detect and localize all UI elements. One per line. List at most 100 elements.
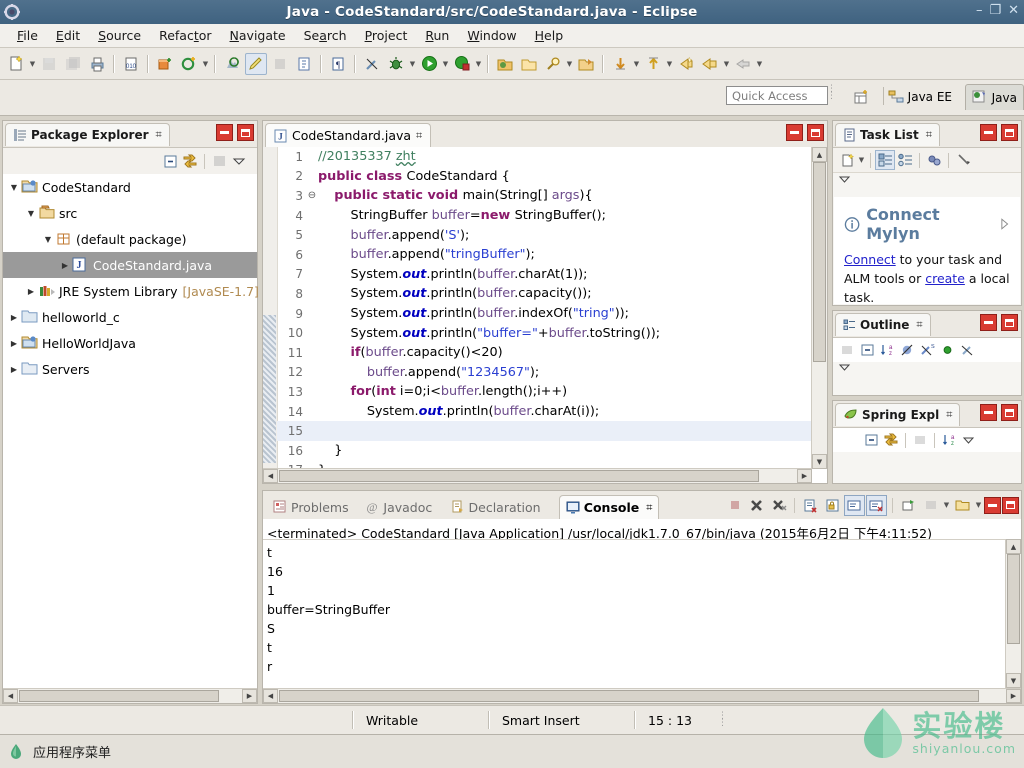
menu-item-search[interactable]: Search [295, 25, 356, 46]
package-explorer-maximize-button[interactable] [237, 124, 254, 141]
scroll-lock-icon[interactable] [844, 494, 865, 516]
tree-item-src[interactable]: ▼ src [3, 200, 257, 226]
editor-maximize-button[interactable] [807, 124, 824, 141]
code-line[interactable]: 11 if(buffer.capacity()<20) [277, 343, 811, 363]
code-line[interactable]: 5 buffer.append('S'); [277, 225, 811, 245]
forward-icon[interactable] [699, 53, 721, 75]
twisty-collapsed-icon[interactable]: ▶ [7, 313, 21, 322]
console-scroll-left-icon[interactable]: ◀ [263, 689, 278, 703]
tree-item-servers[interactable]: ▶ Servers [3, 356, 257, 382]
code-line[interactable]: 6 buffer.append("tringBuffer"); [277, 245, 811, 265]
console-vscrollbar[interactable]: ▲ ▼ [1005, 539, 1021, 688]
twisty-collapsed-icon[interactable]: ▶ [7, 339, 21, 348]
editor-minimize-button[interactable] [786, 124, 803, 141]
minimize-button[interactable]: – [976, 4, 983, 17]
editor-lines[interactable]: 1 //20135337 zht 2 public class CodeStandar… [277, 147, 811, 469]
search-dropdown-arrow[interactable]: ▼ [565, 53, 574, 75]
code-line[interactable]: 4 StringBuffer buffer=new StringBuffer()… [277, 206, 811, 226]
previous-annotation-icon[interactable] [642, 53, 664, 75]
hide-local-types-icon[interactable] [957, 340, 977, 360]
save-all-icon[interactable] [62, 53, 84, 75]
show-whitespace-icon[interactable]: ¶ [327, 53, 349, 75]
package-explorer-close-icon[interactable]: ⌗ [156, 128, 162, 142]
outline-tab[interactable]: Outline ⌗ [835, 313, 931, 336]
clear-console-icon[interactable] [800, 495, 821, 516]
package-explorer-tab[interactable]: Package Explorer ⌗ [5, 123, 170, 146]
open-perspective-icon[interactable] [850, 86, 872, 108]
maximize-button[interactable]: ❐ [989, 4, 1001, 17]
sort-alphabetically-icon[interactable]: az [939, 430, 959, 450]
focus-on-workweek-icon[interactable] [924, 150, 944, 170]
run-icon[interactable] [418, 53, 440, 75]
view-menu-icon[interactable] [959, 430, 979, 450]
menu-item-edit[interactable]: Edit [47, 25, 89, 46]
console-scroll-right-icon[interactable]: ▶ [1006, 689, 1021, 703]
perspective-java-ee[interactable]: Java EE [882, 84, 958, 110]
menu-item-window[interactable]: Window [458, 25, 525, 46]
mark-occurrences-icon[interactable] [293, 53, 315, 75]
display-selected-console-icon[interactable] [920, 495, 941, 516]
task-list-minimize-button[interactable] [980, 124, 997, 141]
forward-dropdown-arrow[interactable]: ▼ [722, 53, 731, 75]
open-console-dropdown-arrow[interactable]: ▼ [974, 494, 983, 516]
pin-console-icon[interactable] [898, 495, 919, 516]
word-wrap-icon[interactable] [866, 494, 887, 516]
collapse-all-icon[interactable] [857, 340, 877, 360]
lock-scroll-icon[interactable] [822, 495, 843, 516]
console-tab-problems[interactable]: Problems [267, 495, 355, 519]
package-explorer-tree[interactable]: ▼ CodeStandard ▼ src ▼ (default package) ▶ J Cod… [3, 174, 259, 689]
open-resource-icon[interactable] [575, 53, 597, 75]
outline-view-menu-icon[interactable] [837, 361, 853, 378]
spring-explorer-close-icon[interactable]: ⌗ [946, 408, 952, 422]
open-type-folder-icon[interactable] [494, 53, 516, 75]
code-line[interactable]: 7 System.out.println(buffer.charAt(1)); [277, 265, 811, 285]
fold-collapse-icon[interactable]: ⊖ [306, 190, 318, 201]
menu-item-project[interactable]: Project [356, 25, 417, 46]
editor-hscroll-thumb[interactable] [279, 470, 759, 482]
previous-dropdown-arrow[interactable]: ▼ [665, 53, 674, 75]
applications-menu-icon[interactable] [8, 743, 25, 761]
editor-hscrollbar[interactable]: ◀ ▶ [263, 468, 812, 483]
hide-non-public-icon[interactable] [937, 340, 957, 360]
console-output[interactable]: t 16 1 buffer=StringBuffer St r [263, 539, 1005, 688]
terminate-icon[interactable] [724, 495, 745, 516]
editor-scroll-up-icon[interactable]: ▲ [812, 147, 827, 162]
open-task-icon[interactable] [518, 53, 540, 75]
code-line[interactable]: 15 [277, 421, 811, 441]
history-icon[interactable] [732, 53, 754, 75]
spring-explorer-maximize-button[interactable] [1001, 404, 1018, 421]
pe-scroll-right-icon[interactable]: ▶ [242, 689, 257, 703]
focus-on-active-task-icon[interactable] [837, 340, 857, 360]
outline-close-icon[interactable]: ⌗ [916, 318, 922, 332]
twisty-expanded-icon[interactable]: ▼ [7, 183, 21, 192]
editor-tab-codestandard[interactable]: J CodeStandard.java ⌗ [265, 123, 432, 147]
code-line[interactable]: 12 buffer.append("1234567"); [277, 363, 811, 383]
filter-icon[interactable] [910, 430, 930, 450]
tree-item-jre-system-library[interactable]: ▶ JRE System Library [JavaSE-1.7] [3, 278, 259, 304]
run-external-dropdown-arrow[interactable]: ▼ [474, 53, 483, 75]
hide-fields-icon[interactable] [897, 340, 917, 360]
remove-all-terminated-icon[interactable] [768, 495, 789, 516]
console-hscroll-thumb[interactable] [279, 690, 979, 702]
run-dropdown-arrow[interactable]: ▼ [441, 53, 450, 75]
menu-item-help[interactable]: Help [526, 25, 573, 46]
package-explorer-hscrollbar[interactable]: ◀ ▶ [3, 688, 257, 703]
skip-breakpoints-icon[interactable] [361, 53, 383, 75]
tree-item-default-package[interactable]: ▼ (default package) [3, 226, 257, 252]
editor-vscroll-thumb[interactable] [813, 162, 826, 362]
remove-launch-icon[interactable] [746, 495, 767, 516]
code-line[interactable]: 14 System.out.println(buffer.charAt(i)); [277, 402, 811, 422]
view-menu-icon[interactable] [229, 151, 249, 171]
view-menu-filter-icon[interactable] [209, 151, 229, 171]
tree-item-codestandard[interactable]: ▼ CodeStandard [3, 174, 257, 200]
collapse-all-icon[interactable] [861, 430, 881, 450]
task-list-view-menu-icon[interactable] [837, 173, 853, 190]
tree-item-codestandard-java[interactable]: ▶ J CodeStandard.java [3, 252, 257, 278]
console-tab-declaration[interactable]: Declaration [445, 495, 547, 519]
code-line[interactable]: 1 //20135337 zht [277, 147, 811, 167]
editor-gutter[interactable] [263, 147, 278, 469]
toolbar-drag-handle[interactable]: ⋮ ⋮ [827, 85, 836, 101]
close-button[interactable]: ✕ [1008, 4, 1019, 17]
print-icon[interactable] [86, 53, 108, 75]
new-class-dropdown-arrow[interactable]: ▼ [201, 53, 210, 75]
